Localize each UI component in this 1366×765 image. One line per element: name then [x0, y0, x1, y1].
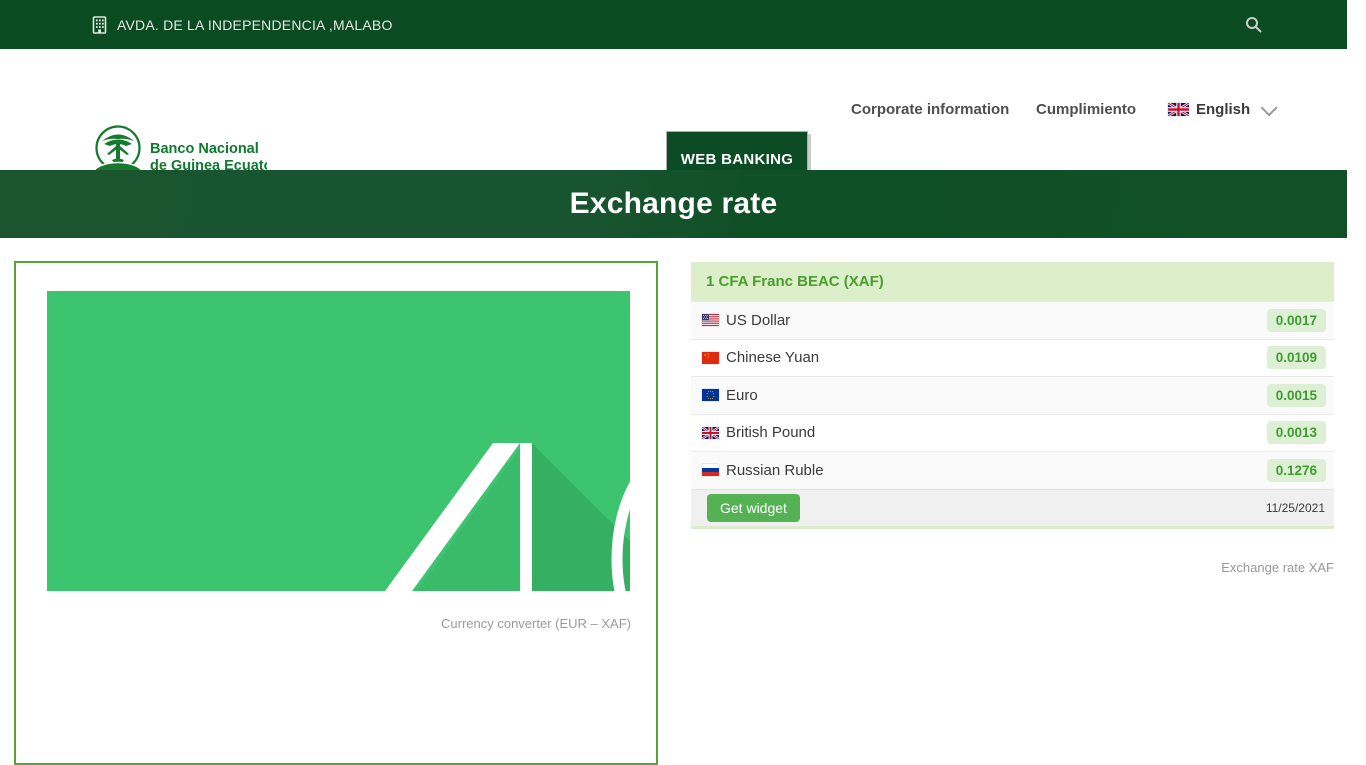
language-switcher[interactable]: English [1168, 49, 1273, 170]
language-label: English [1196, 101, 1250, 118]
nav-corporate-information[interactable]: Corporate information [851, 49, 1009, 170]
page-title-banner: Exchange rate [0, 170, 1347, 238]
rate-value-badge: 0.0015 [1267, 384, 1326, 407]
rate-value-badge: 0.1276 [1267, 459, 1326, 482]
us-flag-icon [702, 314, 719, 326]
large-digits-40-illustration [47, 291, 630, 591]
rate-row-euro: Euro 0.0015 [691, 376, 1334, 414]
currency-converter-box: Currency converter (EUR – XAF) [14, 261, 658, 765]
rate-row-russian-ruble: Russian Ruble 0.1276 [691, 451, 1334, 489]
rate-value-badge: 0.0017 [1267, 309, 1326, 332]
rates-table-header: 1 CFA Franc BEAC (XAF) [691, 262, 1334, 301]
rate-currency-name: British Pound [726, 424, 815, 441]
rate-row-british-pound: British Pound 0.0013 [691, 414, 1334, 452]
branch-address-text: AVDA. DE LA INDEPENDENCIA ,MALABO [117, 17, 393, 33]
exchange-rate-source-note: Exchange rate XAF [691, 560, 1334, 575]
rates-date: 11/25/2021 [1266, 501, 1325, 515]
get-widget-button[interactable]: Get widget [707, 494, 800, 522]
search-button[interactable] [1238, 9, 1268, 39]
china-flag-icon [702, 352, 719, 364]
building-icon [92, 16, 108, 34]
nav-cumplimiento[interactable]: Cumplimiento [1036, 49, 1136, 170]
rate-currency-name: US Dollar [726, 312, 790, 329]
search-icon [1245, 16, 1262, 33]
rate-currency-name: Russian Ruble [726, 462, 824, 479]
eu-flag-icon [702, 389, 719, 401]
uk-flag-icon [1168, 103, 1189, 116]
branch-address: AVDA. DE LA INDEPENDENCIA ,MALABO [92, 16, 393, 34]
rate-currency-name: Euro [726, 387, 758, 404]
exchange-rates-table: 1 CFA Franc BEAC (XAF) US Dollar 0.0017 [691, 262, 1334, 529]
rate-row-chinese-yuan: Chinese Yuan 0.0109 [691, 339, 1334, 377]
logo-line1: Banco Nacional [150, 141, 259, 157]
rates-table-footer: Get widget 11/25/2021 [691, 489, 1334, 529]
rate-value-badge: 0.0013 [1267, 421, 1326, 444]
rate-currency-name: Chinese Yuan [726, 349, 819, 366]
rate-row-us-dollar: US Dollar 0.0017 [691, 301, 1334, 339]
converter-caption: Currency converter (EUR – XAF) [441, 616, 631, 631]
topbar: AVDA. DE LA INDEPENDENCIA ,MALABO [0, 0, 1347, 49]
chevron-down-icon [1261, 99, 1278, 116]
converter-widget-image [47, 291, 630, 591]
scrollbar-gutter [1347, 0, 1366, 643]
site-header: BANGE Banco Nacional de Guinea Ecuatoria… [0, 49, 1347, 170]
page-title: Exchange rate [570, 187, 778, 221]
russia-flag-icon [702, 464, 719, 476]
rate-value-badge: 0.0109 [1267, 346, 1326, 369]
uk-flag-icon [702, 427, 719, 439]
